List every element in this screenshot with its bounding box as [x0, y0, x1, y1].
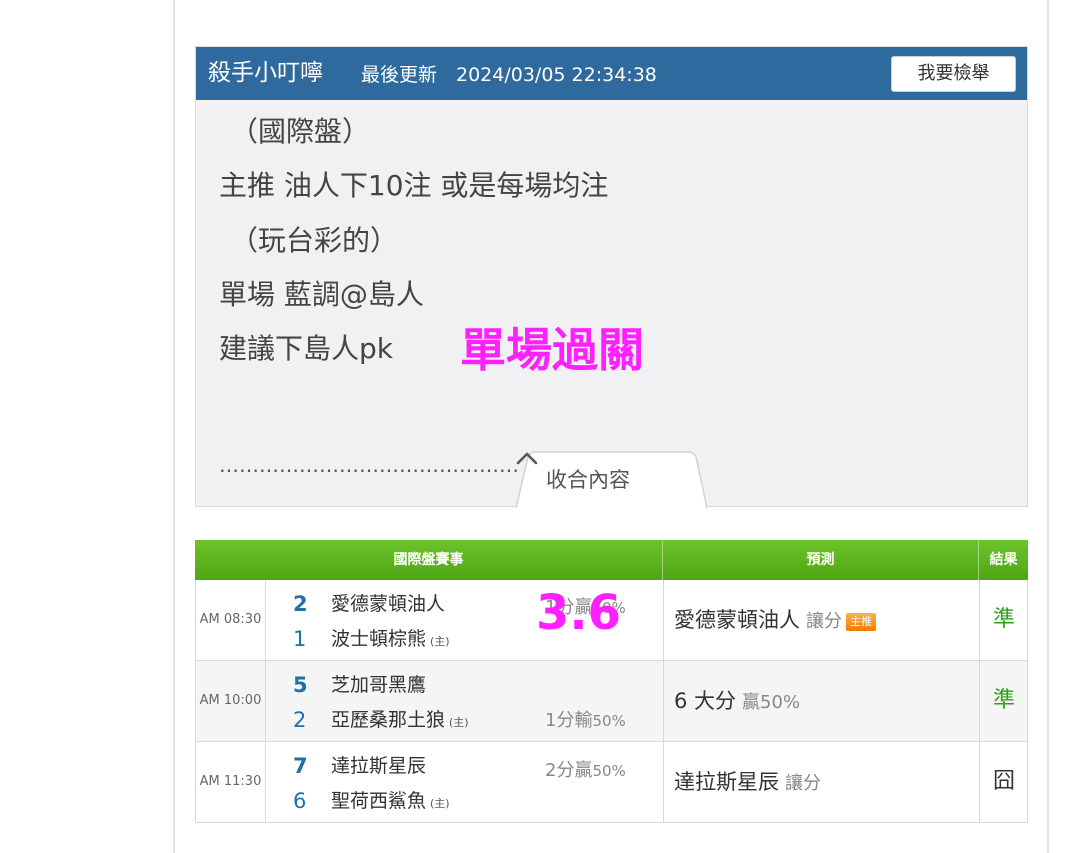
home-score: 2 — [293, 708, 307, 732]
odds-value: 1分輸 — [545, 710, 593, 731]
prediction-type: 讓分 — [785, 773, 821, 794]
home-team-wrap[interactable]: 亞歷桑那土狼 (主) — [331, 707, 469, 736]
post-line-4: 單場 藍調@島人 — [219, 278, 424, 311]
table-row: AM 08:30 2 愛德蒙頓油人 1 波士頓棕熊 (主) 1分贏50% 3.6 … — [195, 580, 1028, 661]
home-team: 波士頓棕熊 — [331, 628, 427, 650]
match-time: AM 08:30 — [196, 580, 266, 660]
table-header: 國際盤賽事 預測 結果 — [195, 540, 1028, 580]
prediction-team[interactable]: 達拉斯星辰 — [674, 770, 779, 794]
prediction-cell: 達拉斯星辰 讓分 — [664, 742, 980, 822]
odds-value: 2分贏 — [545, 760, 593, 781]
post-line-5: 建議下島人pk — [219, 332, 393, 365]
match-time: AM 10:00 — [196, 661, 266, 741]
result-cell: 準 — [992, 688, 1015, 713]
prediction-cell: 6 大分 贏50% — [664, 661, 980, 741]
match-cell: 2 愛德蒙頓油人 1 波士頓棕熊 (主) 1分贏50% 3.6 — [266, 580, 664, 660]
result-cell: 準 — [992, 607, 1015, 632]
overlay-annotation: 單場過關 — [460, 323, 644, 377]
prediction-line: 達拉斯星辰 讓分 — [674, 767, 821, 799]
odds-pct: 50% — [592, 712, 626, 730]
away-team[interactable]: 芝加哥黑鷹 — [331, 672, 426, 698]
home-team-wrap[interactable]: 波士頓棕熊 (主) — [331, 626, 450, 655]
match-cell: 5 芝加哥黑鷹 2 亞歷桑那土狼 (主) 1分輸50% — [266, 661, 664, 741]
update-label: 最後更新 — [361, 64, 438, 86]
home-mark: (主) — [430, 635, 450, 648]
home-team: 亞歷桑那土狼 — [331, 709, 446, 731]
home-mark: (主) — [449, 716, 469, 729]
report-button[interactable]: 我要檢舉 — [891, 56, 1016, 92]
away-team[interactable]: 達拉斯星辰 — [331, 753, 426, 779]
away-team[interactable]: 愛德蒙頓油人 — [331, 591, 445, 617]
table-row: AM 10:00 5 芝加哥黑鷹 2 亞歷桑那土狼 (主) 1分輸50% 6 大分… — [195, 661, 1028, 742]
match-cell: 7 達拉斯星辰 6 聖荷西鯊魚 (主) 2分贏50% — [266, 742, 664, 822]
overlay-number: 3.6 — [536, 585, 622, 641]
ellipsis-dots: ……………………………………… — [219, 453, 519, 477]
prediction-table: 國際盤賽事 預測 結果 AM 08:30 2 愛德蒙頓油人 1 波士頓棕熊 (主)… — [195, 540, 1028, 823]
collapse-label: 收合內容 — [546, 468, 630, 492]
author-name[interactable]: 殺手小叮嚀 — [208, 58, 323, 88]
odds-line: 1分輸50% — [545, 709, 626, 733]
match-time: AM 11:30 — [196, 742, 266, 822]
post-header: 殺手小叮嚀 最後更新 2024/03/05 22:34:38 我要檢舉 — [196, 47, 1027, 100]
home-team: 聖荷西鯊魚 — [331, 790, 427, 812]
home-score: 6 — [293, 789, 307, 813]
prediction-line: 6 大分 贏50% — [674, 686, 800, 718]
odds-pct: 50% — [592, 762, 626, 780]
away-score: 2 — [293, 592, 308, 616]
away-score: 5 — [293, 673, 308, 697]
result-cell: 囧 — [992, 769, 1015, 794]
collapse-content-tab[interactable]: 收合內容 — [516, 451, 708, 509]
header-prediction: 預測 — [663, 540, 979, 580]
prediction-cell: 愛德蒙頓油人 讓分 主推 — [664, 580, 980, 660]
prediction-type: 讓分 — [806, 611, 842, 632]
away-score: 7 — [293, 754, 308, 778]
header-result: 結果 — [989, 552, 1018, 568]
home-team-wrap[interactable]: 聖荷西鯊魚 (主) — [331, 788, 450, 817]
prediction-type: 贏50% — [742, 692, 801, 713]
prediction-line: 愛德蒙頓油人 讓分 主推 — [674, 605, 876, 637]
post-line-3: （玩台彩的） — [230, 224, 399, 257]
post-line-2: 主推 油人下10注 或是每場均注 — [219, 169, 609, 202]
table-row: AM 11:30 7 達拉斯星辰 6 聖荷西鯊魚 (主) 2分贏50% 達拉斯星辰… — [195, 742, 1028, 823]
home-score: 1 — [293, 627, 307, 651]
post-card: 殺手小叮嚀 最後更新 2024/03/05 22:34:38 我要檢舉 （國際盤… — [195, 46, 1028, 509]
post-line-1: （國際盤） — [230, 115, 371, 148]
prediction-total[interactable]: 6 大分 — [674, 689, 736, 713]
header-match: 國際盤賽事 — [195, 540, 663, 580]
chevron-up-icon — [516, 452, 538, 465]
featured-badge: 主推 — [846, 613, 876, 631]
update-time: 2024/03/05 22:34:38 — [456, 64, 657, 86]
odds-line: 2分贏50% — [545, 759, 626, 783]
home-mark: (主) — [430, 797, 450, 810]
prediction-team[interactable]: 愛德蒙頓油人 — [674, 608, 800, 632]
